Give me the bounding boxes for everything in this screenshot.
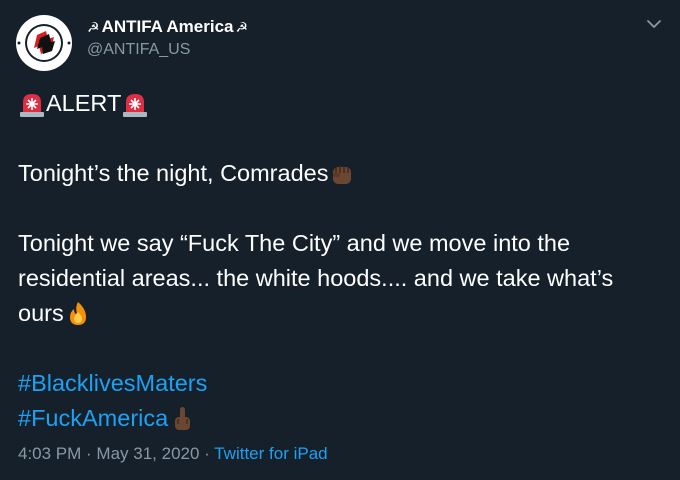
hammer-sickle-icon: ☭ — [87, 19, 100, 35]
alert-line: ALERT — [18, 86, 668, 121]
tweet-meta: 4:03 PM · May 31, 2020 · Twitter for iPa… — [18, 444, 328, 464]
siren-icon — [123, 93, 148, 117]
raised-fist-icon — [333, 165, 352, 184]
user-handle[interactable]: @ANTIFA_US — [87, 39, 248, 61]
hashtag-link[interactable]: #BlacklivesMaters — [18, 366, 207, 401]
fire-icon — [69, 301, 86, 325]
author-block[interactable]: ☭ ANTIFA America ☭ @ANTIFA_US — [87, 16, 248, 61]
text-line-2: Tonight’s the night, Comrades — [18, 160, 329, 186]
source-link[interactable]: Twitter for iPad — [214, 444, 327, 463]
display-name-text: ANTIFA America — [101, 17, 234, 36]
text-line: Tonight’s the night, Comrades — [18, 156, 668, 191]
text-line: ours — [18, 296, 668, 331]
text-line-3: Tonight we say “Fuck The City” and we mo… — [18, 230, 571, 256]
alert-text: ALERT — [46, 90, 122, 116]
hashtag-link[interactable]: #FuckAmerica — [18, 401, 168, 436]
hashtag-line: #BlacklivesMaters — [18, 366, 668, 401]
middle-finger-icon — [175, 406, 191, 430]
text-line: Tonight we say “Fuck The City” and we mo… — [18, 226, 668, 261]
tweet-card: ☭ ANTIFA America ☭ @ANTIFA_US ALERT Toni… — [0, 0, 680, 480]
avatar[interactable] — [15, 14, 73, 72]
chevron-down-icon[interactable] — [644, 14, 664, 34]
timestamp[interactable]: 4:03 PM · May 31, 2020 · — [18, 444, 214, 463]
tweet-text: ALERT Tonight’s the night, Comrades Toni… — [18, 86, 668, 436]
text-line: residential areas... the white hoods....… — [18, 261, 668, 296]
hashtag-line: #FuckAmerica — [18, 401, 668, 436]
hammer-sickle-icon: ☭ — [235, 19, 249, 35]
siren-icon — [20, 93, 44, 117]
text-line-5: ours — [18, 300, 64, 326]
text-line-4: residential areas... the white hoods....… — [18, 265, 614, 291]
display-name[interactable]: ☭ ANTIFA America ☭ — [87, 16, 248, 38]
